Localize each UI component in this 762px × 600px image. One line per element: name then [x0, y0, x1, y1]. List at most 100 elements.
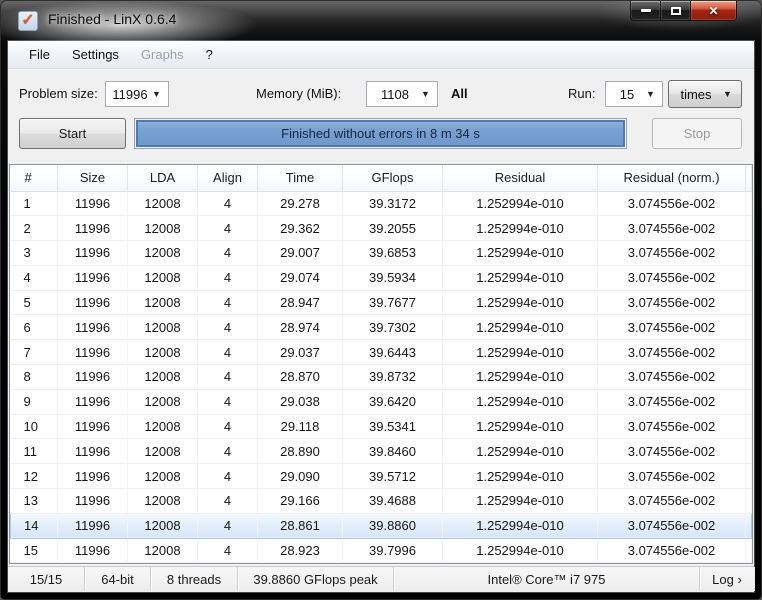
run-count-combo[interactable]: 15 ▼	[605, 81, 663, 107]
progress-fill: Finished without errors in 8 m 34 s	[136, 120, 625, 147]
cell: 3.074556e-002	[598, 538, 746, 563]
cell: 3.074556e-002	[598, 414, 746, 439]
menu-settings[interactable]: Settings	[63, 44, 128, 65]
column-header-time[interactable]: Time	[258, 165, 343, 191]
table-row[interactable]: 111199612008428.89039.84601.252994e-0103…	[11, 439, 752, 464]
column-header-lda[interactable]: LDA	[128, 165, 198, 191]
cell: 39.5934	[343, 265, 443, 290]
status-threads: 8 threads	[151, 567, 238, 591]
table-row[interactable]: 121199612008429.09039.57121.252994e-0103…	[11, 464, 752, 489]
cell: 12008	[128, 513, 198, 538]
cell: 28.974	[258, 315, 343, 340]
problem-size-combo[interactable]: 11996 ▼	[105, 81, 169, 107]
titlebar[interactable]: ✓ Finished - LinX 0.6.4 ✕	[1, 1, 761, 41]
cell: 13	[11, 489, 58, 514]
cell: 1.252994e-010	[443, 241, 598, 266]
table-row[interactable]: 141199612008428.86139.88601.252994e-0103…	[11, 513, 752, 538]
cell: 12008	[128, 290, 198, 315]
cell: 39.6853	[343, 241, 443, 266]
cell: 11996	[58, 340, 128, 365]
column-header-size[interactable]: Size	[58, 165, 128, 191]
column-header-residual[interactable]: Residual	[443, 165, 598, 191]
cell: 11996	[58, 265, 128, 290]
table-row[interactable]: 11199612008429.27839.31721.252994e-0103.…	[11, 191, 752, 216]
results-table[interactable]: #SizeLDAAlignTimeGFlopsResidualResidual …	[9, 164, 753, 564]
table-row[interactable]: 71199612008429.03739.64431.252994e-0103.…	[11, 340, 752, 365]
table-header-row: #SizeLDAAlignTimeGFlopsResidualResidual …	[11, 165, 752, 191]
column-header-residual-norm[interactable]: Residual (norm.)	[598, 165, 746, 191]
cell: 39.5712	[343, 464, 443, 489]
cell: 4	[198, 439, 258, 464]
table-row[interactable]: 61199612008428.97439.73021.252994e-0103.…	[11, 315, 752, 340]
table-row[interactable]: 41199612008429.07439.59341.252994e-0103.…	[11, 265, 752, 290]
cell: 39.8460	[343, 439, 443, 464]
cell: 10	[11, 414, 58, 439]
cell: 3.074556e-002	[598, 439, 746, 464]
cell: 1.252994e-010	[443, 464, 598, 489]
table-row[interactable]: 131199612008429.16639.46881.252994e-0103…	[11, 489, 752, 514]
cell: 12008	[128, 340, 198, 365]
close-button[interactable]: ✕	[690, 1, 737, 21]
problem-size-label: Problem size:	[19, 86, 98, 101]
cell: 28.947	[258, 290, 343, 315]
cell-filler	[746, 216, 752, 241]
cell: 11996	[58, 513, 128, 538]
cell: 39.8860	[343, 513, 443, 538]
controls-row: Problem size: 11996 ▼ Memory (MiB): 1108…	[8, 77, 754, 113]
memory-combo[interactable]: 1108 ▼	[366, 81, 438, 107]
column-header-[interactable]: #	[11, 165, 58, 191]
cell-filler	[746, 464, 752, 489]
cell: 1.252994e-010	[443, 290, 598, 315]
cell: 4	[198, 216, 258, 241]
cell: 4	[11, 265, 58, 290]
cell: 11996	[58, 464, 128, 489]
cell: 1.252994e-010	[443, 216, 598, 241]
table-row[interactable]: 151199612008428.92339.79961.252994e-0103…	[11, 538, 752, 563]
column-header-gflops[interactable]: GFlops	[343, 165, 443, 191]
cell: 11	[11, 439, 58, 464]
cell: 11996	[58, 489, 128, 514]
cell: 4	[198, 464, 258, 489]
cell: 3.074556e-002	[598, 513, 746, 538]
status-gflops-peak: 39.8860 GFlops peak	[238, 567, 394, 591]
cell: 11996	[58, 216, 128, 241]
problem-size-value: 11996	[106, 87, 152, 102]
cell-filler	[746, 315, 752, 340]
memory-value: 1108	[367, 87, 421, 102]
run-unit-combo[interactable]: times ▼	[668, 80, 742, 108]
cell: 3.074556e-002	[598, 389, 746, 414]
cell: 3.074556e-002	[598, 340, 746, 365]
column-header-align[interactable]: Align	[198, 165, 258, 191]
menu-help[interactable]: ?	[197, 44, 222, 65]
cell: 3.074556e-002	[598, 365, 746, 390]
cell: 29.166	[258, 489, 343, 514]
cell-filler	[746, 241, 752, 266]
minimize-button[interactable]	[630, 1, 661, 21]
table-row[interactable]: 21199612008429.36239.20551.252994e-0103.…	[11, 216, 752, 241]
cell: 1	[11, 191, 58, 216]
table-row[interactable]: 51199612008428.94739.76771.252994e-0103.…	[11, 290, 752, 315]
cell: 39.8732	[343, 365, 443, 390]
menubar: File Settings Graphs ?	[8, 41, 754, 69]
menu-file[interactable]: File	[20, 44, 59, 65]
cell-filler	[746, 414, 752, 439]
table-row[interactable]: 101199612008429.11839.53411.252994e-0103…	[11, 414, 752, 439]
cell: 11996	[58, 389, 128, 414]
maximize-button[interactable]	[661, 1, 690, 21]
cell: 29.090	[258, 464, 343, 489]
cell: 12008	[128, 439, 198, 464]
cell: 11996	[58, 414, 128, 439]
cell: 1.252994e-010	[443, 191, 598, 216]
cell: 4	[198, 315, 258, 340]
window-title: Finished - LinX 0.6.4	[48, 11, 176, 27]
stop-button: Stop	[652, 118, 742, 149]
chevron-down-icon: ▼	[723, 89, 741, 99]
log-button[interactable]: Log ›	[700, 567, 754, 591]
table-row[interactable]: 91199612008429.03839.64201.252994e-0103.…	[11, 389, 752, 414]
start-button[interactable]: Start	[19, 118, 126, 149]
cell: 28.861	[258, 513, 343, 538]
table-row[interactable]: 81199612008428.87039.87321.252994e-0103.…	[11, 365, 752, 390]
cell: 39.7302	[343, 315, 443, 340]
table-row[interactable]: 31199612008429.00739.68531.252994e-0103.…	[11, 241, 752, 266]
cell: 29.362	[258, 216, 343, 241]
